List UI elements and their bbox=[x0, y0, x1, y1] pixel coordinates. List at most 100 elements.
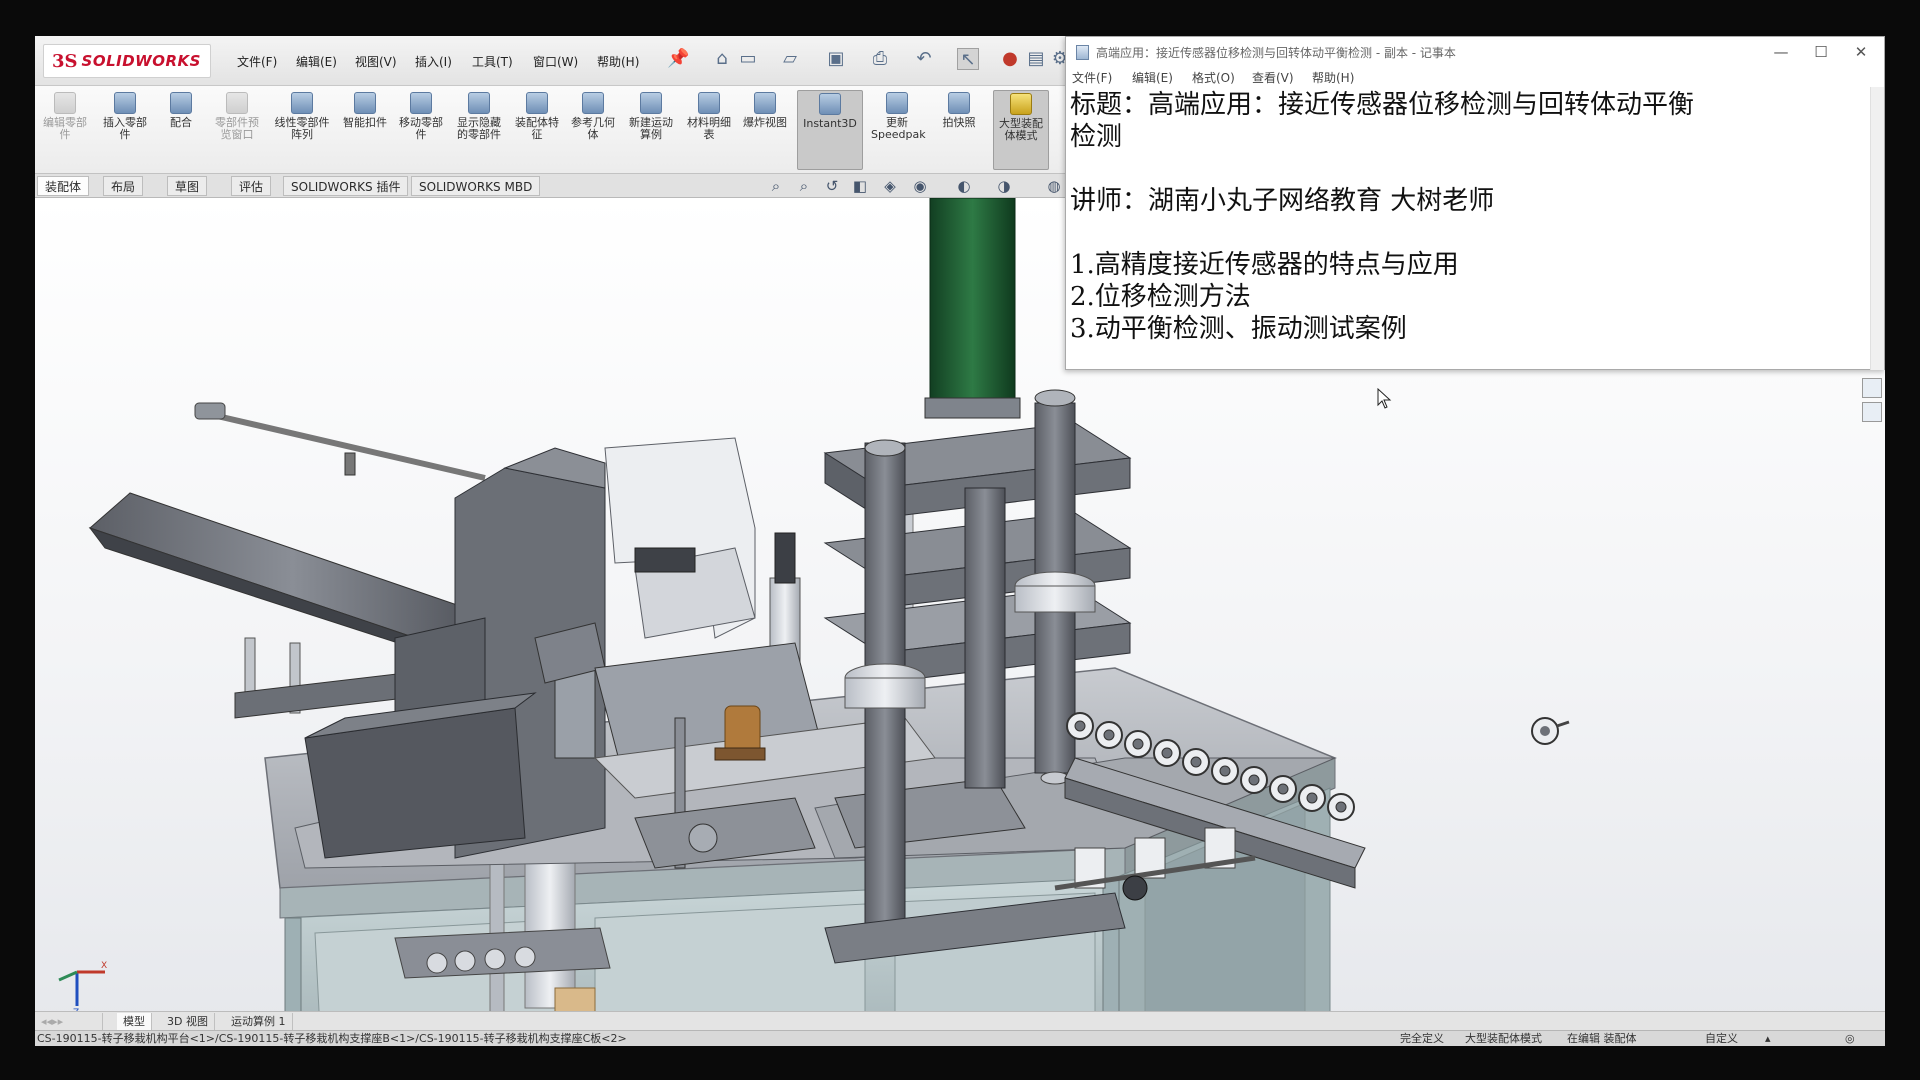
roller-hub bbox=[1277, 783, 1289, 795]
roller-hub bbox=[1306, 792, 1318, 804]
smart-fasteners-icon bbox=[354, 92, 376, 114]
command-manager-ribbon: 编辑零部件 插入零部件 配合 零部件预览窗口 线性零部件阵列 智能扣件 移动零部… bbox=[35, 86, 1065, 174]
notepad-window[interactable]: 高端应用：接近传感器位移检测与回转体动平衡检测 - 副本 - 记事本 — ☐ ✕… bbox=[1065, 36, 1885, 370]
open-folder-icon[interactable]: ▱ bbox=[779, 48, 801, 70]
zoom-to-fit-icon[interactable]: ⌕ bbox=[767, 177, 785, 195]
instant3d-button[interactable]: Instant3D bbox=[797, 90, 863, 170]
apply-scene-icon[interactable]: ◍ bbox=[1045, 177, 1063, 195]
move-component-button[interactable]: 移动零部件 bbox=[393, 90, 449, 170]
zoom-area-icon[interactable]: ⌕ bbox=[795, 177, 813, 195]
previous-view-icon[interactable]: ↺ bbox=[823, 177, 841, 195]
motion-study-icon bbox=[640, 92, 662, 114]
notepad-text-area[interactable]: 标题：高端应用：接近传感器位移检测与回转体动平衡 检测 讲师：湖南小丸子网络教育… bbox=[1070, 89, 1870, 345]
insert-component-icon bbox=[114, 92, 136, 114]
large-assembly-mode-button[interactable]: 大型装配体模式 bbox=[993, 90, 1049, 170]
menu-help[interactable]: 帮助(H) bbox=[597, 53, 639, 70]
undo-icon[interactable]: ↶ bbox=[913, 48, 935, 70]
print-icon[interactable]: ⎙ bbox=[869, 48, 891, 70]
desktop-screen: 3S SOLIDWORKS 文件(F) 编辑(E) 视图(V) 插入(I) 工具… bbox=[35, 36, 1885, 1046]
home-icon[interactable]: ⌂ bbox=[711, 48, 733, 70]
update-speedpak-button[interactable]: 更新Speedpak bbox=[869, 90, 926, 170]
tab-solidworks-mbd[interactable]: SOLIDWORKS MBD bbox=[411, 176, 541, 196]
component-preview-button[interactable]: 零部件预览窗口 bbox=[209, 90, 265, 170]
status-component-path: CS-190115-转子移栽机构平台<1>/CS-190115-转子移栽机构支撑… bbox=[37, 1032, 627, 1045]
maximize-icon[interactable]: ☐ bbox=[1806, 41, 1836, 63]
notepad-menubar: 文件(F) 编辑(E) 格式(O) 查看(V) 帮助(H) bbox=[1066, 67, 1884, 87]
view-orientation-icon[interactable]: ◈ bbox=[881, 177, 899, 195]
pin-icon[interactable]: 📌 bbox=[667, 48, 689, 70]
mouse-cursor-icon bbox=[1377, 388, 1392, 409]
component-preview-icon bbox=[226, 92, 248, 114]
roller-hub bbox=[1190, 756, 1202, 768]
tab-motion-study-1[interactable]: 运动算例 1 bbox=[225, 1013, 293, 1030]
file-properties-icon[interactable]: ▤ bbox=[1025, 48, 1047, 70]
save-icon[interactable]: ▣ bbox=[825, 48, 847, 70]
smart-fasteners-button[interactable]: 智能扣件 bbox=[337, 90, 393, 170]
roller-hub bbox=[1103, 729, 1115, 741]
hide-show-items-icon[interactable]: ◐ bbox=[955, 177, 973, 195]
menu-window[interactable]: 窗口(W) bbox=[533, 53, 578, 70]
notepad-menu-format[interactable]: 格式(O) bbox=[1192, 69, 1235, 86]
take-snapshot-button[interactable]: 拍快照 bbox=[931, 90, 987, 170]
notepad-menu-view[interactable]: 查看(V) bbox=[1252, 69, 1294, 86]
menu-view[interactable]: 视图(V) bbox=[355, 53, 397, 70]
menu-insert[interactable]: 插入(I) bbox=[415, 53, 452, 70]
show-hidden-button[interactable]: 显示隐藏的零部件 bbox=[451, 90, 507, 170]
task-pane-design-library-icon[interactable] bbox=[1862, 402, 1882, 422]
camera-icon bbox=[948, 92, 970, 114]
task-pane-resources-icon[interactable] bbox=[1862, 378, 1882, 398]
new-motion-study-button[interactable]: 新建运动算例 bbox=[623, 90, 679, 170]
select-arrow-icon[interactable]: ↖ bbox=[957, 48, 979, 70]
status-units-dropdown[interactable]: 自定义 bbox=[1705, 1031, 1738, 1046]
roller-hub bbox=[1161, 747, 1173, 759]
roller-hub bbox=[1248, 774, 1260, 786]
rebuild-icon[interactable]: ● bbox=[999, 48, 1021, 70]
new-file-icon[interactable]: ▭ bbox=[737, 48, 759, 70]
edit-appearance-icon[interactable]: ◑ bbox=[995, 177, 1013, 195]
notepad-scrollbar[interactable] bbox=[1870, 87, 1884, 370]
assembly-features-button[interactable]: 装配体特征 bbox=[509, 90, 565, 170]
tab-layout[interactable]: 布局 bbox=[103, 176, 144, 196]
notepad-app-icon bbox=[1076, 45, 1089, 60]
show-hidden-icon bbox=[468, 92, 490, 114]
status-help-icon[interactable]: ◎ bbox=[1845, 1031, 1855, 1046]
tab-evaluate[interactable]: 评估 bbox=[231, 176, 272, 196]
notepad-title: 高端应用：接近传感器位移检测与回转体动平衡检测 - 副本 - 记事本 bbox=[1096, 46, 1456, 60]
bill-of-materials-button[interactable]: 材料明细表 bbox=[681, 90, 737, 170]
mate-button[interactable]: 配合 bbox=[153, 90, 209, 170]
edit-component-button[interactable]: 编辑零部件 bbox=[37, 90, 93, 170]
notepad-menu-help[interactable]: 帮助(H) bbox=[1312, 69, 1354, 86]
menu-tools[interactable]: 工具(T) bbox=[472, 53, 513, 70]
status-dropdown-arrow-icon[interactable]: ▴ bbox=[1765, 1031, 1771, 1046]
tab-solidworks-addins[interactable]: SOLIDWORKS 插件 bbox=[283, 176, 409, 196]
reference-geometry-button[interactable]: 参考几何体 bbox=[565, 90, 621, 170]
display-style-icon[interactable]: ◉ bbox=[911, 177, 929, 195]
notepad-line-item-3: 3.动平衡检测、振动测试案例 bbox=[1070, 314, 1407, 344]
instant3d-icon bbox=[819, 93, 841, 115]
notepad-line-lecturer: 讲师：湖南小丸子网络教育 大树老师 bbox=[1070, 186, 1495, 216]
solidworks-menubar: 3S SOLIDWORKS 文件(F) 编辑(E) 视图(V) 插入(I) 工具… bbox=[35, 36, 1068, 86]
solidworks-logo[interactable]: 3S SOLIDWORKS bbox=[43, 44, 211, 78]
tab-sketch[interactable]: 草图 bbox=[167, 176, 208, 196]
minimize-icon[interactable]: — bbox=[1766, 41, 1796, 63]
exploded-view-button[interactable]: 爆炸视图 bbox=[737, 90, 793, 170]
bill-of-materials-icon bbox=[698, 92, 720, 114]
section-view-icon[interactable]: ◧ bbox=[851, 177, 869, 195]
tab-scroll-arrows[interactable]: ◂◂▸▸ bbox=[35, 1013, 103, 1030]
tab-model[interactable]: 模型 bbox=[117, 1013, 152, 1030]
tab-3d-views[interactable]: 3D 视图 bbox=[161, 1013, 215, 1030]
coordinate-triad-icon: X Z bbox=[58, 961, 107, 1016]
notepad-menu-edit[interactable]: 编辑(E) bbox=[1132, 69, 1173, 86]
menu-edit[interactable]: 编辑(E) bbox=[296, 53, 337, 70]
insert-component-button[interactable]: 插入零部件 bbox=[97, 90, 153, 170]
tab-assembly[interactable]: 装配体 bbox=[37, 176, 90, 196]
status-bar: CS-190115-转子移栽机构平台<1>/CS-190115-转子移栽机构支撑… bbox=[35, 1030, 1885, 1046]
roller-hub bbox=[1335, 801, 1347, 813]
linear-pattern-button[interactable]: 线性零部件阵列 bbox=[271, 90, 333, 170]
notepad-titlebar[interactable]: 高端应用：接近传感器位移检测与回转体动平衡检测 - 副本 - 记事本 — ☐ ✕ bbox=[1066, 37, 1884, 67]
solidworks-logo-text: SOLIDWORKS bbox=[81, 52, 201, 70]
menu-file[interactable]: 文件(F) bbox=[237, 53, 277, 70]
notepad-menu-file[interactable]: 文件(F) bbox=[1072, 69, 1112, 86]
close-icon[interactable]: ✕ bbox=[1846, 41, 1876, 63]
notepad-line-title-cont: 检测 bbox=[1070, 122, 1123, 152]
